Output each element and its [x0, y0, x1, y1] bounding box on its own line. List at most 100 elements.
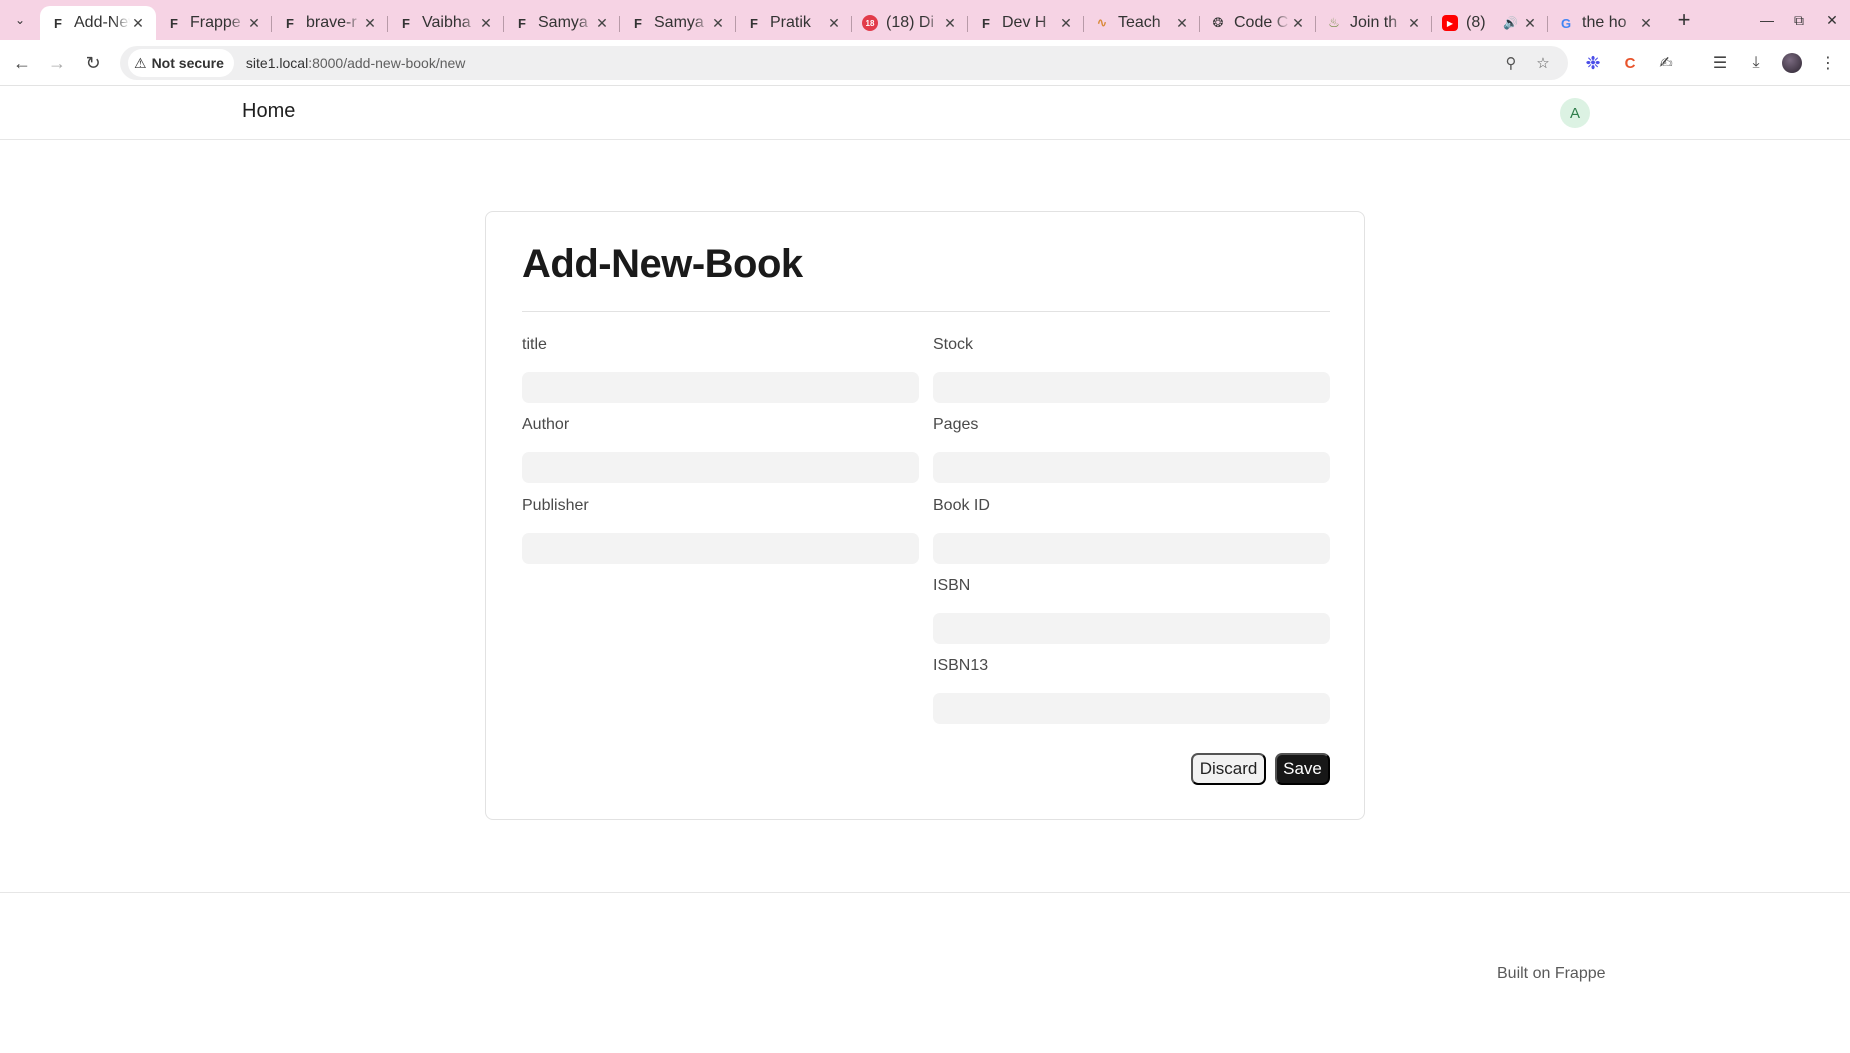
- teach-icon: ∿: [1096, 15, 1108, 30]
- tab-title: Samya: [654, 14, 704, 31]
- security-chip[interactable]: ⚠ Not secure: [128, 49, 234, 77]
- close-icon[interactable]: ✕: [826, 15, 842, 31]
- frappe-icon: F: [982, 15, 990, 31]
- extensions-puzzle-icon[interactable]: ✍: [1654, 51, 1678, 75]
- google-icon: G: [1560, 15, 1572, 31]
- back-arrow-icon[interactable]: ←: [9, 50, 35, 76]
- frappe-icon: F: [634, 15, 642, 31]
- profile-avatar[interactable]: [1780, 51, 1804, 75]
- bookmark-star-icon[interactable]: ☆: [1532, 52, 1554, 74]
- field-title: title: [522, 336, 919, 403]
- field-label: title: [522, 336, 547, 353]
- close-icon[interactable]: ✕: [246, 15, 262, 31]
- window-close-icon[interactable]: ✕: [1818, 8, 1846, 32]
- extension-gear-icon[interactable]: ❉: [1581, 51, 1605, 75]
- url-path: :8000/add-new-book/new: [308, 55, 466, 71]
- tab-title: Add-New-Book: [74, 14, 130, 31]
- field-label: Pages: [933, 416, 979, 433]
- tab-pratik[interactable]: F Pratik ✕: [736, 6, 852, 40]
- close-icon[interactable]: ✕: [1406, 15, 1422, 31]
- isbn-input[interactable]: [933, 613, 1330, 644]
- user-avatar[interactable]: A: [1560, 98, 1590, 128]
- title-input[interactable]: [522, 372, 919, 403]
- tab-vaibha[interactable]: F Vaibha ✕: [388, 6, 504, 40]
- security-label: Not secure: [151, 55, 224, 71]
- close-icon[interactable]: ✕: [594, 15, 610, 31]
- tab-samya-2[interactable]: F Samya ✕: [620, 6, 736, 40]
- publisher-input[interactable]: [522, 533, 919, 564]
- footer-divider: [0, 892, 1850, 893]
- field-label: Author: [522, 416, 570, 433]
- download-icon[interactable]: ⤓: [1744, 51, 1768, 75]
- extension-c-icon[interactable]: C: [1618, 51, 1642, 75]
- warning-triangle-icon: ⚠: [134, 54, 147, 71]
- media-controls-icon[interactable]: ☰: [1708, 51, 1732, 75]
- field-label: ISBN: [933, 577, 971, 594]
- close-icon[interactable]: ✕: [362, 15, 378, 31]
- address-bar[interactable]: ⚠ Not secure site1.local:8000/add-new-bo…: [120, 46, 1568, 80]
- tab-google[interactable]: G the ho ✕: [1548, 6, 1664, 40]
- tab-list: F Add-New-Book ✕ F Frappe ✕ F brave-r ✕ …: [40, 6, 1664, 40]
- close-icon[interactable]: ✕: [478, 15, 494, 31]
- tab-search-chevron-icon[interactable]: ⌄: [8, 8, 32, 32]
- tab-frappe[interactable]: F Frappe ✕: [156, 6, 272, 40]
- frappe-icon: F: [286, 15, 294, 31]
- frappe-icon: F: [518, 15, 526, 31]
- frappe-icon: F: [54, 15, 62, 31]
- isbn13-input[interactable]: [933, 693, 1330, 724]
- tab-add-new-book[interactable]: F Add-New-Book ✕: [40, 6, 156, 40]
- field-book-id: Book ID: [933, 497, 1330, 564]
- tab-title: Teach: [1118, 14, 1161, 31]
- reload-icon[interactable]: ↻: [80, 50, 106, 76]
- tab-title: brave-r: [306, 14, 357, 31]
- minimize-icon[interactable]: —: [1753, 8, 1781, 32]
- tab-teach[interactable]: ∿ Teach ✕: [1084, 6, 1200, 40]
- speaker-icon[interactable]: 🔊: [1503, 16, 1518, 30]
- close-icon[interactable]: ✕: [130, 15, 146, 31]
- pages-input[interactable]: [933, 452, 1330, 483]
- close-icon[interactable]: ✕: [1058, 15, 1074, 31]
- tab-title: Frappe: [190, 14, 241, 31]
- tab-title: Join th: [1350, 14, 1398, 31]
- page-title: Add-New-Book: [522, 242, 803, 286]
- close-icon[interactable]: ✕: [1290, 15, 1306, 31]
- built-on-frappe-link[interactable]: Built on Frappe: [1497, 965, 1606, 983]
- forward-arrow-icon[interactable]: →: [44, 50, 70, 76]
- tab-brave[interactable]: F brave-r ✕: [272, 6, 388, 40]
- author-input[interactable]: [522, 452, 919, 483]
- tab-join[interactable]: ♨ Join th ✕: [1316, 6, 1432, 40]
- tab-youtube[interactable]: ▶ (8) 🔊 ✕: [1432, 6, 1548, 40]
- book-id-input[interactable]: [933, 533, 1330, 564]
- new-tab-plus-icon[interactable]: +: [1672, 7, 1696, 32]
- divider: [522, 311, 1330, 312]
- web-form-card: Add-New-Book title Author Publisher Stoc…: [485, 211, 1365, 820]
- tab-title: Code C: [1234, 14, 1289, 31]
- home-link[interactable]: Home: [242, 100, 295, 123]
- tab-title: (18) Di: [886, 14, 935, 31]
- restore-icon[interactable]: ⧉: [1785, 8, 1813, 32]
- close-icon[interactable]: ✕: [1638, 15, 1654, 31]
- openai-icon: ❂: [1212, 15, 1224, 30]
- close-icon[interactable]: ✕: [942, 15, 958, 31]
- url-host: site1.local: [245, 55, 309, 71]
- site-navbar: Home A: [0, 86, 1850, 140]
- discord-icon: 18: [862, 15, 878, 31]
- kebab-menu-icon[interactable]: ⋮: [1816, 51, 1840, 75]
- tab-dev-h[interactable]: F Dev H ✕: [968, 6, 1084, 40]
- url-text[interactable]: site1.local:8000/add-new-book/new: [246, 55, 466, 71]
- field-label: ISBN13: [933, 657, 989, 674]
- field-pages: Pages: [933, 416, 1330, 483]
- close-icon[interactable]: ✕: [1174, 15, 1190, 31]
- close-icon[interactable]: ✕: [1522, 15, 1538, 31]
- zoom-magnifier-icon[interactable]: ⚲: [1500, 52, 1522, 74]
- join-icon: ♨: [1328, 15, 1340, 30]
- stock-input[interactable]: [933, 372, 1330, 403]
- frappe-icon: F: [750, 15, 758, 31]
- close-icon[interactable]: ✕: [710, 15, 726, 31]
- tab-code[interactable]: ❂ Code C ✕: [1200, 6, 1316, 40]
- tab-samya-1[interactable]: F Samya ✕: [504, 6, 620, 40]
- tab-title: Vaibha: [422, 14, 471, 31]
- tab-discord[interactable]: 18 (18) Di ✕: [852, 6, 968, 40]
- save-button[interactable]: Save: [1275, 753, 1330, 785]
- discard-button[interactable]: Discard: [1191, 753, 1266, 785]
